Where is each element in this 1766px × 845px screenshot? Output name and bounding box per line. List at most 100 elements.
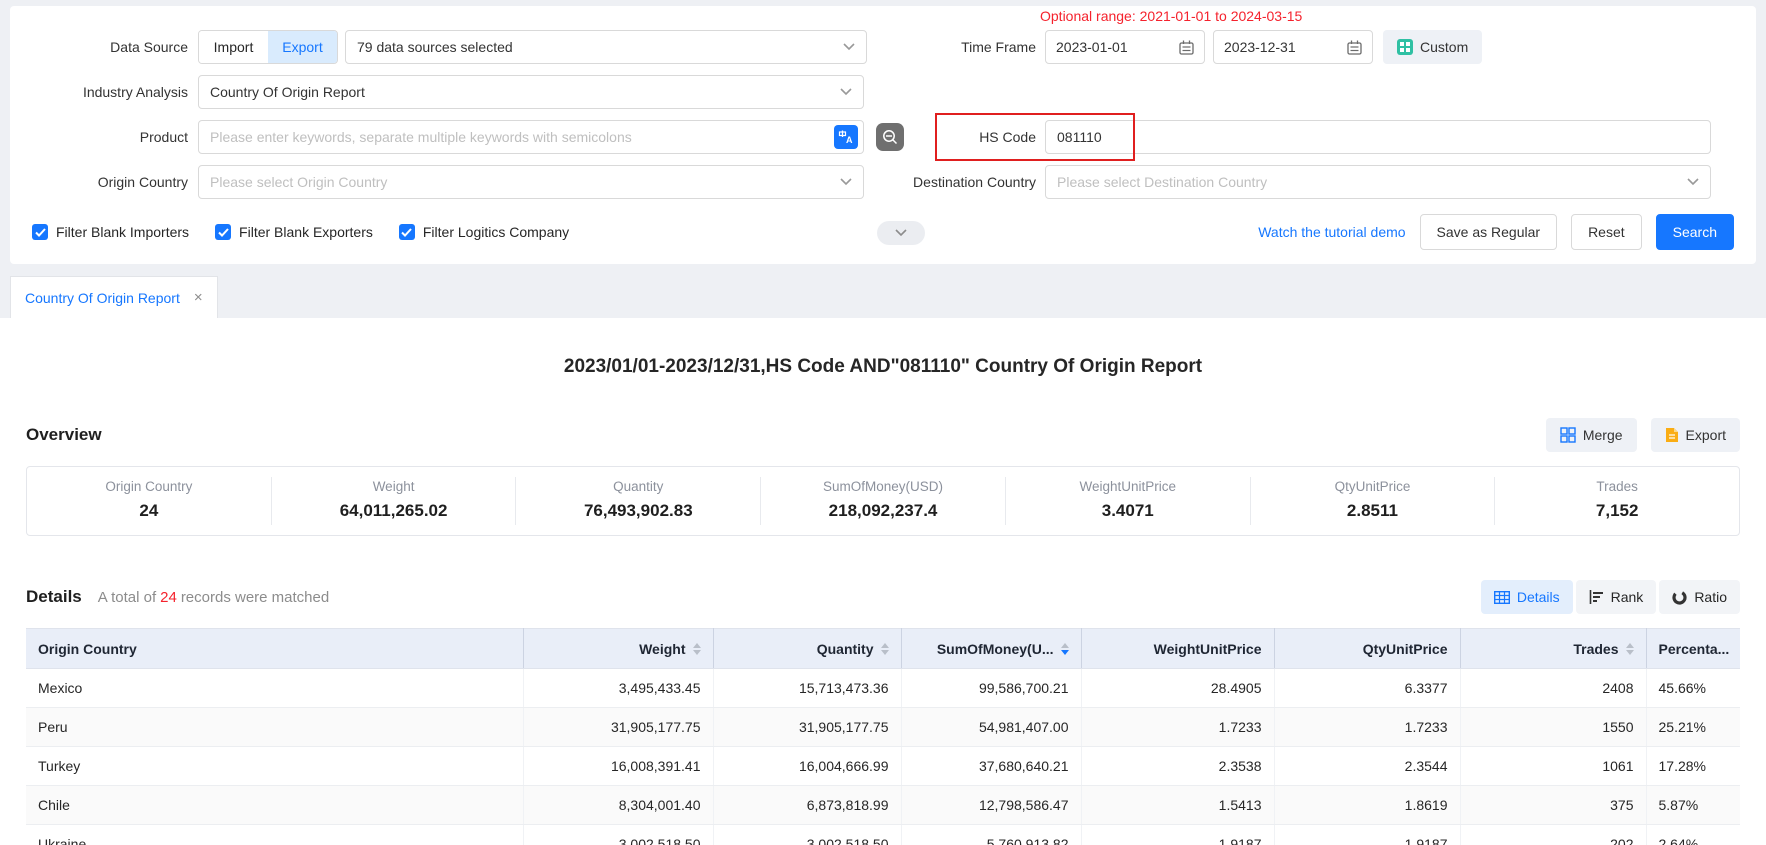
overview-heading: Overview — [26, 425, 102, 445]
col-percentage: Percenta... — [1646, 629, 1740, 669]
export-file-icon — [1665, 427, 1679, 443]
sort-icon — [1626, 643, 1634, 655]
industry-analysis-value: Country Of Origin Report — [210, 84, 365, 100]
hs-code-input[interactable] — [1045, 120, 1711, 154]
row-industry-analysis: Industry Analysis Country Of Origin Repo… — [32, 75, 1734, 109]
tab-country-of-origin-report[interactable]: Country Of Origin Report × — [10, 276, 218, 318]
export-button[interactable]: Export — [1651, 418, 1740, 452]
destination-country-select[interactable]: Please select Destination Country — [1045, 165, 1711, 199]
table-row[interactable]: Mexico3,495,433.4515,713,473.3699,586,70… — [26, 669, 1740, 708]
destination-country-placeholder: Please select Destination Country — [1057, 174, 1267, 190]
col-sum-of-money[interactable]: SumOfMoney(U... — [901, 629, 1081, 669]
merge-button-label: Merge — [1583, 427, 1623, 443]
tab-label: Country Of Origin Report — [25, 290, 180, 306]
filter-logitics-company-checkbox[interactable]: Filter Logitics Company — [399, 224, 569, 240]
records-count: 24 — [156, 589, 181, 606]
view-rank-button[interactable]: Rank — [1576, 580, 1657, 614]
col-qty-unit-price: QtyUnitPrice — [1274, 629, 1460, 669]
table-row[interactable]: Turkey16,008,391.4116,004,666.9937,680,6… — [26, 747, 1740, 786]
chevron-down-icon — [840, 88, 852, 96]
stat-weight-unit-price: WeightUnitPrice3.4071 — [1005, 477, 1250, 525]
row-product-hscode: Product A HS Code — [32, 120, 1734, 154]
export-button-label: Export — [1686, 427, 1726, 443]
tab-bar: Country Of Origin Report × — [0, 276, 1766, 318]
custom-icon — [1397, 39, 1413, 55]
end-date-input[interactable]: 2023-12-31 — [1213, 30, 1373, 64]
time-frame-label: Time Frame — [864, 39, 1036, 55]
report-content: 2023/01/01-2023/12/31,HS Code AND"081110… — [0, 318, 1766, 845]
origin-country-select[interactable]: Please select Origin Country — [198, 165, 864, 199]
col-trades[interactable]: Trades — [1460, 629, 1646, 669]
rank-bars-icon — [1589, 590, 1604, 604]
report-title: 2023/01/01-2023/12/31,HS Code AND"081110… — [26, 318, 1740, 378]
collapse-filters-button[interactable] — [877, 221, 925, 245]
filter-panel: Optional range: 2021-01-01 to 2024-03-15… — [10, 6, 1756, 264]
stat-weight: Weight64,011,265.02 — [271, 477, 516, 525]
import-toggle[interactable]: Import — [199, 31, 268, 63]
stat-quantity: Quantity76,493,902.83 — [515, 477, 760, 525]
custom-button-label: Custom — [1420, 39, 1468, 55]
chevron-down-icon — [1687, 178, 1699, 186]
table-row[interactable]: Peru31,905,177.7531,905,177.7554,981,407… — [26, 708, 1740, 747]
product-keywords-input[interactable] — [198, 120, 864, 154]
data-source-toggle: Import Export — [198, 30, 338, 64]
checkbox-checked-icon — [32, 224, 48, 240]
sort-icon-descending — [1061, 643, 1069, 655]
chevron-down-icon — [843, 43, 855, 51]
view-button-label: Rank — [1611, 589, 1644, 605]
row-countries: Origin Country Please select Origin Coun… — [32, 165, 1734, 199]
sort-icon — [693, 643, 701, 655]
details-table: Origin Country Weight Quantity SumOfMone… — [26, 628, 1740, 845]
merge-button[interactable]: Merge — [1546, 418, 1637, 452]
origin-country-label: Origin Country — [32, 174, 188, 190]
search-button[interactable]: Search — [1656, 214, 1734, 250]
stat-origin-country: Origin Country24 — [27, 477, 271, 525]
col-weight[interactable]: Weight — [523, 629, 713, 669]
tutorial-link[interactable]: Watch the tutorial demo — [1258, 224, 1405, 240]
view-button-label: Ratio — [1694, 589, 1727, 605]
view-ratio-button[interactable]: Ratio — [1659, 580, 1740, 614]
view-details-button[interactable]: Details — [1481, 580, 1573, 614]
col-weight-unit-price: WeightUnitPrice — [1081, 629, 1274, 669]
close-icon[interactable]: × — [194, 289, 203, 306]
industry-analysis-select[interactable]: Country Of Origin Report — [198, 75, 864, 109]
end-date-value: 2023-12-31 — [1224, 39, 1296, 55]
overview-stats-card: Origin Country24 Weight64,011,265.02 Qua… — [26, 466, 1740, 536]
col-quantity[interactable]: Quantity — [713, 629, 901, 669]
start-date-value: 2023-01-01 — [1056, 39, 1128, 55]
hs-code-label: HS Code — [864, 129, 1036, 145]
origin-country-placeholder: Please select Origin Country — [210, 174, 387, 190]
data-source-select-value: 79 data sources selected — [357, 39, 513, 55]
checkbox-checked-icon — [215, 224, 231, 240]
checkbox-label: Filter Blank Importers — [56, 224, 189, 240]
svg-text:A: A — [846, 135, 853, 145]
industry-analysis-label: Industry Analysis — [32, 84, 188, 100]
table-row[interactable]: Ukraine3,002,518.503,002,518.505,760,913… — [26, 825, 1740, 845]
data-source-select[interactable]: 79 data sources selected — [345, 30, 867, 64]
checkbox-label: Filter Blank Exporters — [239, 224, 373, 240]
row-actions: Filter Blank Importers Filter Blank Expo… — [32, 215, 1734, 249]
calendar-icon — [1179, 40, 1194, 55]
filter-blank-exporters-checkbox[interactable]: Filter Blank Exporters — [215, 224, 373, 240]
chevron-down-icon — [840, 178, 852, 186]
stat-qty-unit-price: QtyUnitPrice2.8511 — [1250, 477, 1495, 525]
custom-range-button[interactable]: Custom — [1383, 30, 1482, 64]
checkbox-label: Filter Logitics Company — [423, 224, 569, 240]
checkbox-checked-icon — [399, 224, 415, 240]
merge-icon — [1560, 427, 1576, 443]
table-row[interactable]: Chile8,304,001.406,873,818.9912,798,586.… — [26, 786, 1740, 825]
donut-chart-icon — [1672, 590, 1687, 605]
table-header-row: Origin Country Weight Quantity SumOfMone… — [26, 629, 1740, 669]
records-matched-text: A total of24records were matched — [98, 589, 329, 606]
translate-icon[interactable]: A — [834, 125, 858, 149]
start-date-input[interactable]: 2023-01-01 — [1045, 30, 1205, 64]
row-data-source: Data Source Import Export 79 data source… — [32, 30, 1734, 64]
filter-blank-importers-checkbox[interactable]: Filter Blank Importers — [32, 224, 189, 240]
col-origin-country: Origin Country — [26, 629, 523, 669]
view-button-label: Details — [1517, 589, 1560, 605]
save-as-regular-button[interactable]: Save as Regular — [1420, 214, 1558, 250]
data-source-label: Data Source — [32, 39, 188, 55]
reset-button[interactable]: Reset — [1571, 214, 1642, 250]
optional-range-hint: Optional range: 2021-01-01 to 2024-03-15 — [1040, 8, 1302, 24]
export-toggle[interactable]: Export — [268, 31, 337, 63]
